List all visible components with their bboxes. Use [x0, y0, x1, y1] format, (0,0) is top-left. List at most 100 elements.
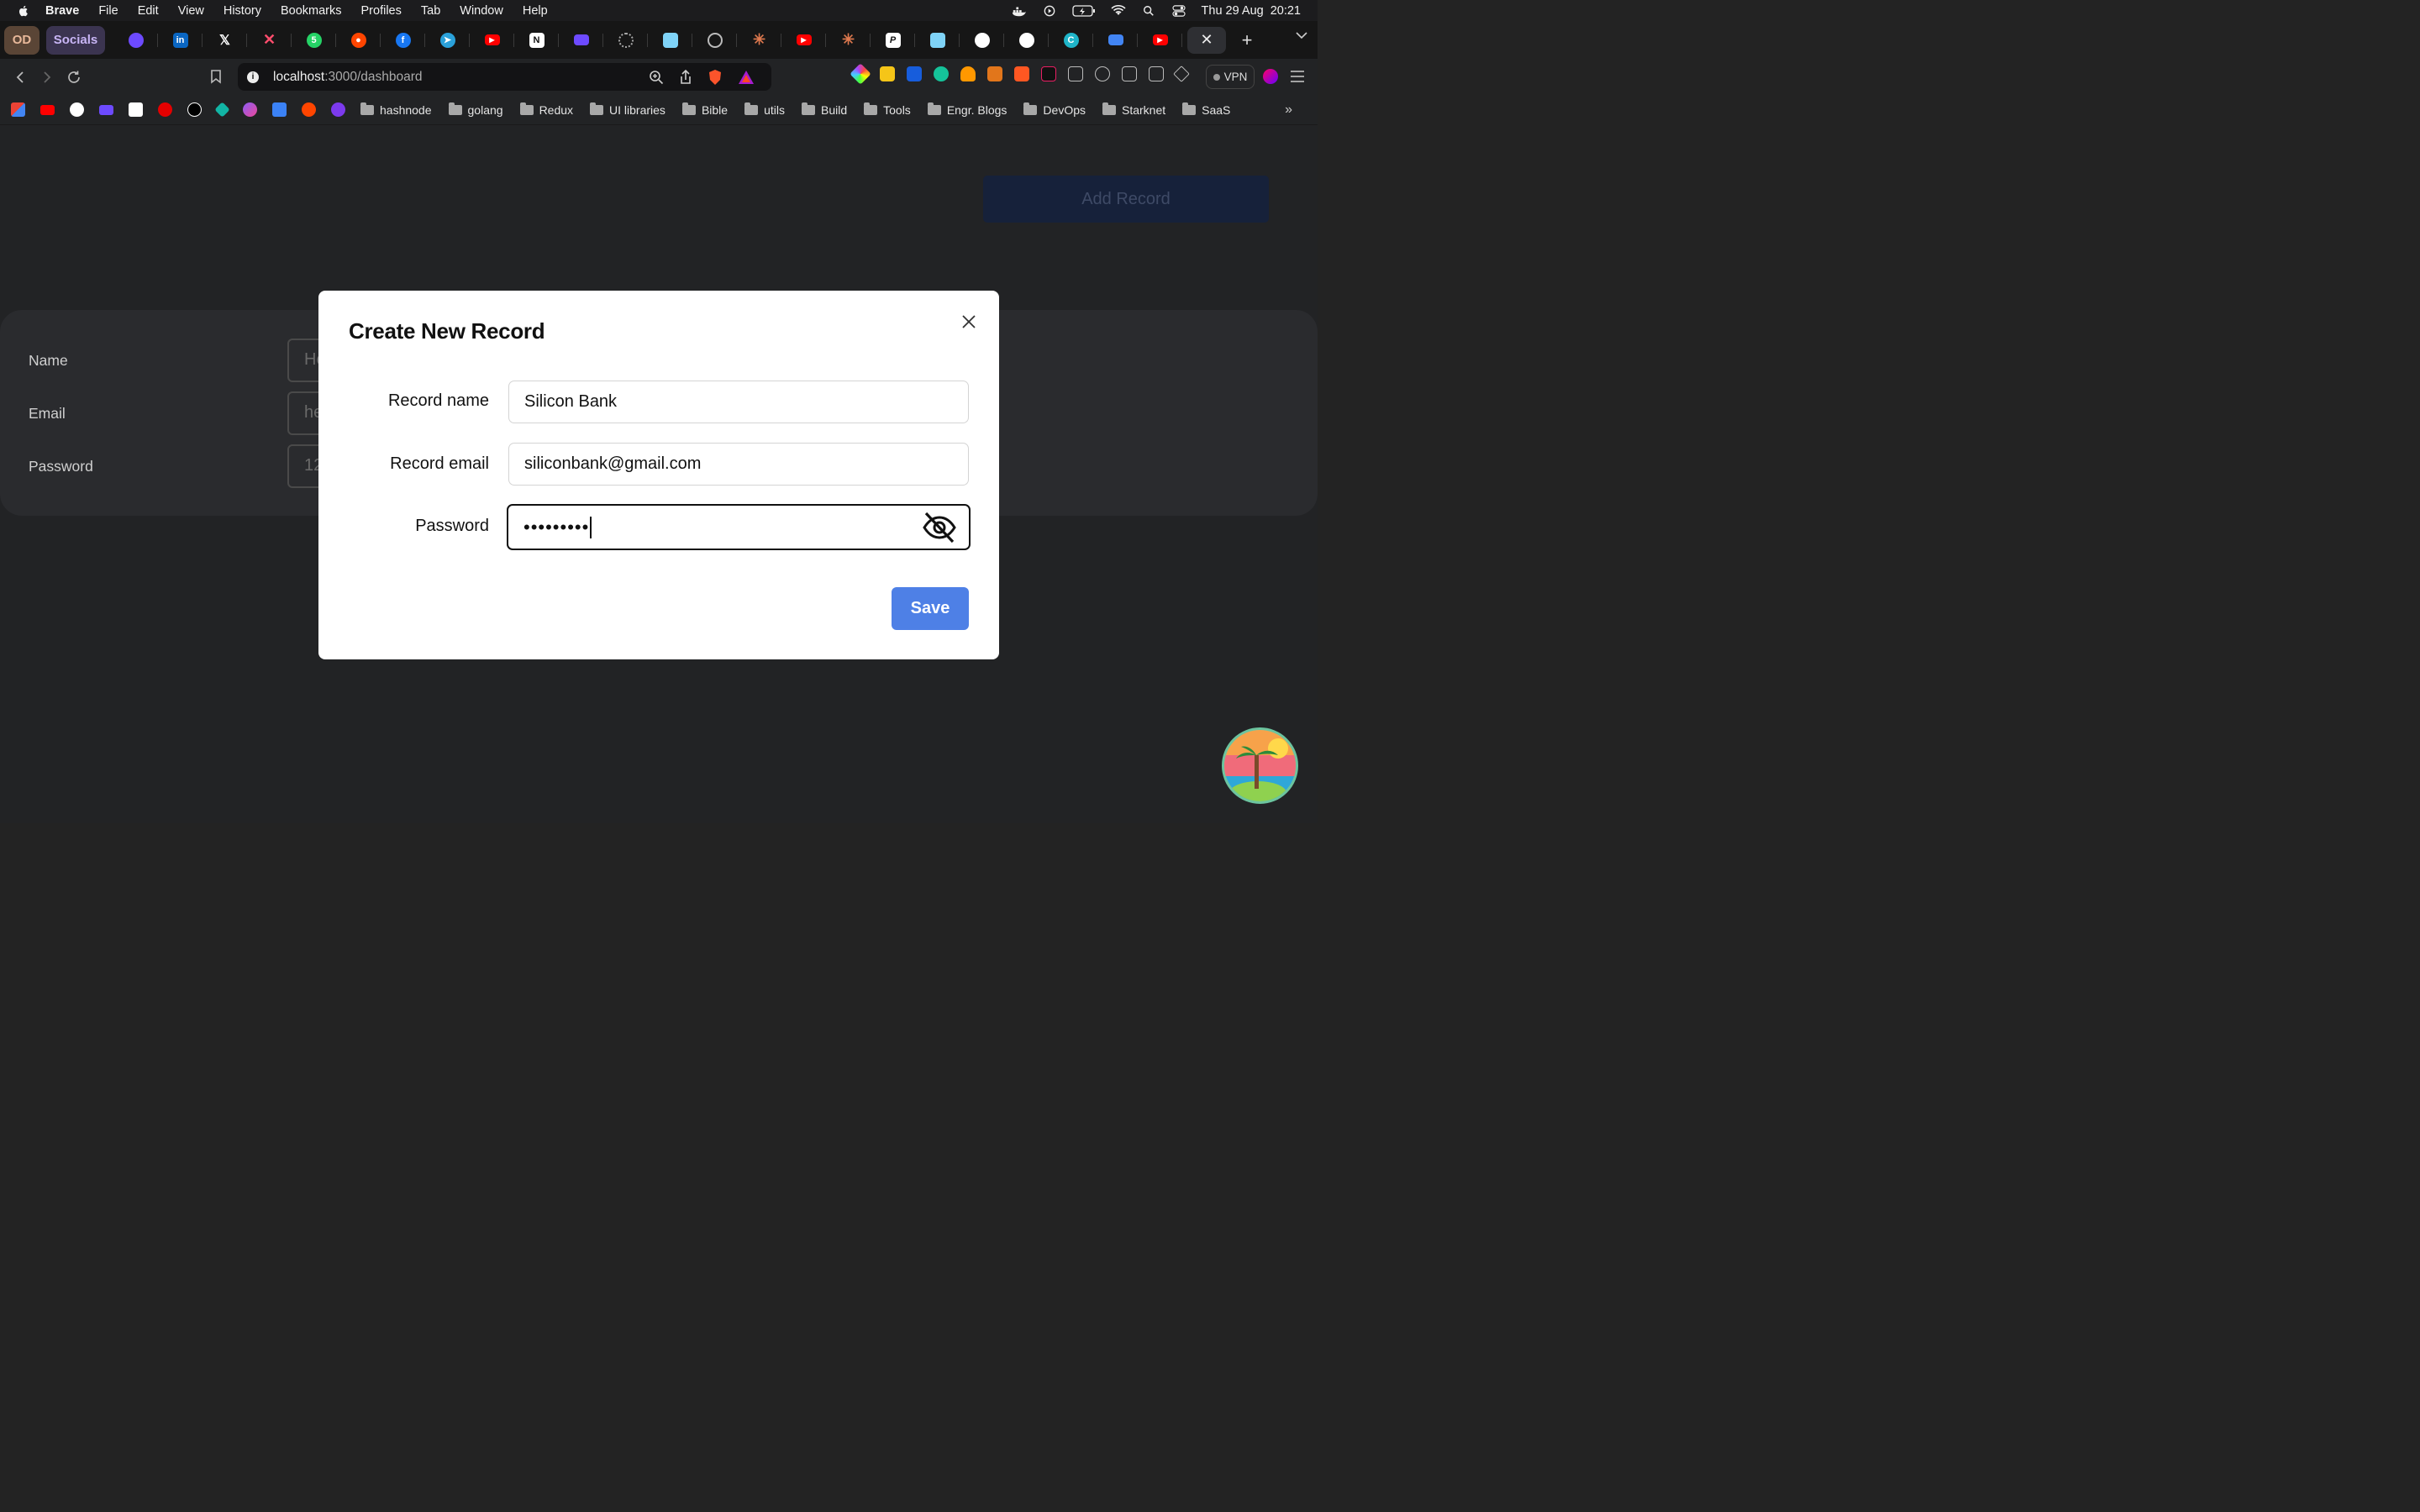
- close-tab-icon[interactable]: ✕: [1200, 31, 1213, 49]
- tab-group-od[interactable]: OD: [4, 25, 39, 55]
- menu-history[interactable]: History: [224, 4, 261, 18]
- shield-u-icon[interactable]: [331, 102, 345, 117]
- menu-tab[interactable]: Tab: [421, 4, 440, 18]
- chevron-down-icon[interactable]: [1296, 31, 1307, 39]
- bookmark-folder-tools[interactable]: Tools: [864, 102, 911, 117]
- menu-bookmarks[interactable]: Bookmarks: [281, 4, 342, 18]
- hamburger-menu-icon[interactable]: [1290, 70, 1305, 83]
- figma-ext-icon[interactable]: [880, 66, 895, 81]
- tab-claude-2[interactable]: ✳: [826, 26, 871, 55]
- url-text[interactable]: localhost:3000/dashboard: [273, 70, 423, 85]
- sidebar-toggle-icon[interactable]: [1122, 66, 1137, 81]
- vpn-button[interactable]: VPN: [1206, 65, 1255, 89]
- extensions-puzzle-icon[interactable]: [1068, 66, 1083, 81]
- brave-shields-icon[interactable]: [708, 69, 723, 86]
- address-bar[interactable]: i localhost:3000/dashboard: [238, 63, 771, 91]
- eye-off-icon[interactable]: [922, 511, 957, 544]
- proton-mail-icon[interactable]: [99, 104, 113, 115]
- menu-app-brave[interactable]: Brave: [45, 4, 79, 18]
- tab-proton[interactable]: [113, 26, 158, 55]
- tab-meet[interactable]: [1093, 26, 1138, 55]
- tab-openai[interactable]: [692, 26, 737, 55]
- github-icon[interactable]: [70, 102, 84, 117]
- profile-avatar[interactable]: [1263, 69, 1278, 84]
- tab-claude[interactable]: ✳: [737, 26, 781, 55]
- bookmark-folder-devops[interactable]: DevOps: [1023, 102, 1086, 117]
- bookmark-folder-build[interactable]: Build: [801, 102, 847, 117]
- close-icon[interactable]: [960, 313, 977, 330]
- docker-icon[interactable]: [1012, 5, 1027, 17]
- tab-telegram[interactable]: ➤: [425, 26, 470, 55]
- tab-whatsapp[interactable]: 5: [292, 26, 336, 55]
- tab-linkedin[interactable]: in: [158, 26, 203, 55]
- control-center-icon[interactable]: [1171, 4, 1186, 17]
- brave-rewards-icon[interactable]: [738, 70, 755, 85]
- tab-reddit[interactable]: ●: [336, 26, 381, 55]
- bookmark-folder-utils[interactable]: utils: [744, 102, 785, 117]
- tab-youtube[interactable]: ▶: [470, 26, 514, 55]
- bookmark-folder-engr-blogs[interactable]: Engr. Blogs: [927, 102, 1007, 117]
- bookmark-folder-saas[interactable]: SaaS: [1182, 102, 1230, 117]
- password-input[interactable]: •••••••••: [507, 504, 971, 550]
- tab-notion[interactable]: N: [514, 26, 559, 55]
- chatgpt-icon[interactable]: [129, 102, 143, 117]
- menu-file[interactable]: File: [98, 4, 118, 18]
- grammarly-icon[interactable]: [934, 66, 949, 81]
- tab-x[interactable]: 𝕏: [203, 26, 247, 55]
- tab-group-socials[interactable]: Socials: [46, 25, 105, 55]
- tab-canva[interactable]: C: [1049, 26, 1093, 55]
- new-tab-button[interactable]: +: [1234, 27, 1260, 54]
- youtube-icon[interactable]: [40, 104, 55, 115]
- menu-edit[interactable]: Edit: [138, 4, 159, 18]
- active-tab[interactable]: ✕: [1187, 26, 1226, 54]
- airtel-icon[interactable]: [158, 102, 172, 117]
- tab-github-2[interactable]: [1004, 26, 1049, 55]
- bookmark-folder-hashnode[interactable]: hashnode: [360, 102, 432, 117]
- tab-proton-mail[interactable]: [559, 26, 603, 55]
- menu-help[interactable]: Help: [523, 4, 548, 18]
- phantom-ext-icon[interactable]: [1014, 66, 1029, 81]
- vercel-icon[interactable]: [187, 102, 202, 117]
- site-info-icon[interactable]: i: [247, 71, 259, 83]
- record-email-input[interactable]: siliconbank@gmail.com: [508, 443, 969, 486]
- battery-icon[interactable]: [1071, 4, 1096, 17]
- gmail-icon[interactable]: [11, 102, 25, 117]
- menu-view[interactable]: View: [178, 4, 204, 18]
- tab-youtube-3[interactable]: ▶: [1138, 26, 1182, 55]
- m-ext-icon[interactable]: [1041, 66, 1056, 81]
- reload-button[interactable]: [60, 64, 87, 91]
- bookmark-folder-ui-libraries[interactable]: UI libraries: [590, 102, 666, 117]
- bookmark-folder-bible[interactable]: Bible: [681, 102, 728, 117]
- save-button[interactable]: Save: [892, 587, 969, 630]
- zoom-icon[interactable]: [649, 70, 664, 85]
- bookmark-folder-starknet[interactable]: Starknet: [1102, 102, 1165, 117]
- menu-window[interactable]: Window: [460, 4, 503, 18]
- bookmarks-overflow-button[interactable]: »: [1285, 102, 1292, 118]
- music-note-icon[interactable]: [1095, 66, 1110, 81]
- polygon-icon[interactable]: [243, 102, 257, 117]
- tab-loading[interactable]: [603, 26, 648, 55]
- tab-docs-2[interactable]: [915, 26, 960, 55]
- tab-notion-x[interactable]: ✕: [247, 26, 292, 55]
- add-record-button[interactable]: Add Record: [983, 176, 1269, 223]
- menu-profiles[interactable]: Profiles: [361, 4, 402, 18]
- play-circle-icon[interactable]: [1042, 5, 1057, 17]
- metamask-icon[interactable]: [987, 66, 1002, 81]
- floating-avatar[interactable]: [1222, 727, 1298, 804]
- tab-facebook[interactable]: f: [381, 26, 425, 55]
- bitwarden-icon[interactable]: [907, 66, 922, 81]
- octopus-ext-icon[interactable]: [960, 66, 976, 81]
- wifi-icon[interactable]: [1110, 4, 1126, 17]
- tab-perplexity[interactable]: P: [871, 26, 915, 55]
- color-picker-icon[interactable]: [850, 63, 871, 85]
- menubar-clock[interactable]: Thu 29 Aug 20:21: [1202, 4, 1301, 18]
- bookmark-folder-golang[interactable]: golang: [448, 102, 503, 117]
- bookmark-folder-redux[interactable]: Redux: [519, 102, 573, 117]
- hex-icon[interactable]: [272, 102, 287, 117]
- bookmark-icon[interactable]: [208, 69, 224, 84]
- tab-github[interactable]: [960, 26, 1004, 55]
- back-button[interactable]: [7, 64, 34, 91]
- record-name-input[interactable]: Silicon Bank: [508, 381, 969, 423]
- diamond-icon[interactable]: [214, 102, 230, 118]
- wallet-icon[interactable]: [1149, 66, 1164, 81]
